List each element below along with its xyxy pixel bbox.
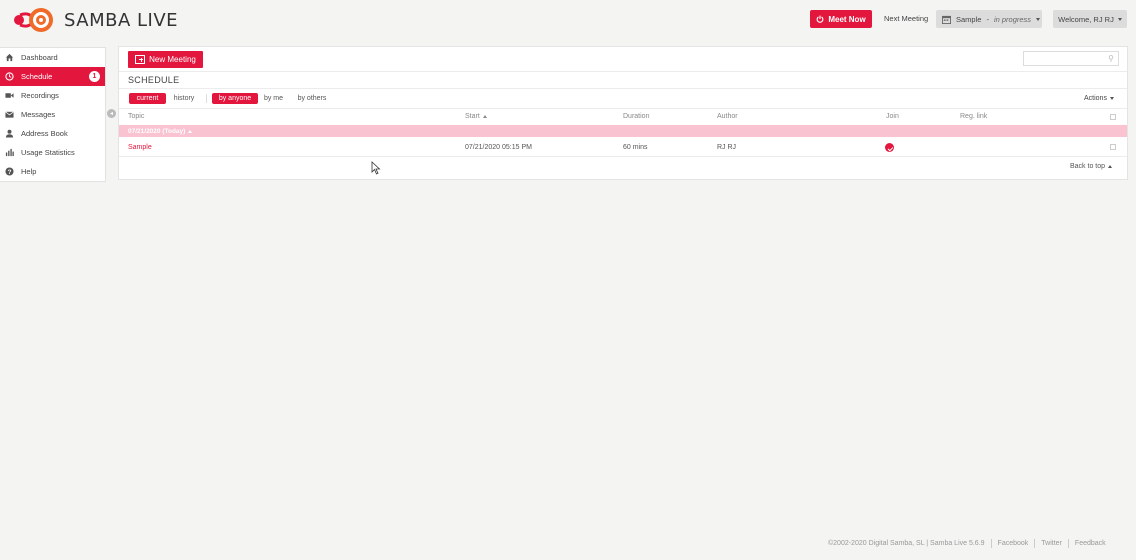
sidebar-item-dashboard[interactable]: Dashboard [0,48,105,67]
row-checkbox[interactable] [1110,144,1116,150]
filter-by-anyone[interactable]: by anyone [212,93,258,104]
sidebar-item-label: Help [21,167,37,176]
collapse-up-icon [188,129,193,133]
next-meeting-name: Sample [956,14,982,24]
chevron-down-icon [1109,97,1114,100]
back-to-top-label: Back to top [1070,163,1106,170]
column-label: Join [886,113,899,120]
page-title: SCHEDULE [128,75,180,85]
column-header-duration[interactable]: Duration [623,113,649,120]
divider [119,71,1127,72]
filter-by-others[interactable]: by others [294,93,330,104]
next-meeting-dropdown[interactable]: Sample - in progress [936,10,1042,28]
sidebar-item-label: Dashboard [21,53,58,62]
copyright-text: ©2002-2020 Digital Samba, SL | Samba Liv… [828,540,985,547]
sidebar: Dashboard Schedule 1 Recordings Messages… [0,47,106,182]
clock-icon [5,72,14,81]
filter-by-me[interactable]: by me [261,93,286,104]
meeting-author: RJ RJ [717,144,737,151]
samba-live-logo[interactable]: SAMBA LIVE [10,6,178,34]
column-label: Reg. link [960,113,988,120]
sidebar-item-usage-statistics[interactable]: Usage Statistics [0,143,105,162]
divider [119,108,1127,109]
power-icon [816,15,824,23]
user-menu[interactable]: Welcome, RJ RJ [1053,10,1127,28]
chevron-left-icon: ◂ [109,111,113,117]
sidebar-item-address-book[interactable]: Address Book [0,124,105,143]
column-header-author[interactable]: Author [717,113,738,120]
date-group-label: 07/21/2020 (Today) [128,127,186,135]
top-bar: SAMBA LIVE Meet Now Next Meeting Sample … [0,0,1136,40]
next-meeting-status: in progress [993,14,1032,24]
column-header-topic[interactable]: Topic [128,113,144,120]
arrow-up-icon [1108,165,1113,168]
notification-badge: 1 [89,71,100,82]
meeting-topic-link[interactable]: Sample [128,144,152,151]
envelope-icon [5,111,14,118]
back-to-top-link[interactable]: Back to top [1070,163,1113,170]
facebook-link[interactable]: Facebook [998,540,1029,547]
user-icon [5,129,14,138]
new-meeting-label: New Meeting [149,55,196,64]
column-header-join: Join [886,113,899,120]
column-header-reg-link: Reg. link [960,113,987,120]
sidebar-item-label: Messages [21,110,56,119]
join-meeting-icon[interactable] [885,143,894,152]
samba-logo-icon [14,8,53,32]
sidebar-item-label: Address Book [21,129,68,138]
sort-asc-icon [482,115,487,118]
filter-history[interactable]: history [169,93,199,104]
meet-now-label: Meet Now [828,14,866,24]
video-icon [5,93,14,98]
sidebar-item-recordings[interactable]: Recordings [0,86,105,105]
twitter-link[interactable]: Twitter [1041,540,1062,547]
divider [119,88,1127,89]
meeting-duration: 60 mins [623,144,648,151]
meeting-start: 07/21/2020 05:15 PM [465,144,532,151]
next-meeting-separator: - [986,14,989,24]
chevron-down-icon [1117,17,1122,21]
sidebar-item-help[interactable]: ? Help [0,162,105,181]
sidebar-item-messages[interactable]: Messages [0,105,105,124]
feedback-link[interactable]: Feedback [1075,540,1106,547]
meet-now-button[interactable]: Meet Now [810,10,872,28]
filter-current[interactable]: current [129,93,166,104]
column-label: Start [465,113,480,120]
sidebar-item-label: Recordings [21,91,59,100]
sidebar-item-schedule[interactable]: Schedule 1 [0,67,105,86]
select-all-checkbox[interactable] [1110,114,1116,120]
bar-chart-icon [5,148,14,157]
sidebar-item-label: Usage Statistics [21,148,75,157]
calendar-plus-icon [135,55,146,64]
divider [119,156,1127,157]
divider [990,539,992,548]
svg-text:?: ? [8,169,12,176]
next-meeting-label: Next Meeting [884,14,929,23]
search-icon: ⚲ [1108,54,1114,63]
calendar-icon [942,15,951,24]
column-label: Author [717,113,738,120]
divider [206,94,207,103]
search-input[interactable]: ⚲ [1023,51,1119,66]
new-meeting-button[interactable]: New Meeting [128,51,203,68]
date-group-row[interactable]: 07/21/2020 (Today) [119,125,1127,137]
mouse-cursor-icon [371,161,381,175]
collapse-sidebar-button[interactable]: ◂ [107,109,116,118]
brand-name: SAMBA LIVE [64,9,179,31]
schedule-panel: New Meeting ⚲ SCHEDULE current history b… [118,46,1128,180]
actions-label: Actions [1084,95,1107,102]
footer: ©2002-2020 Digital Samba, SL | Samba Liv… [828,539,1106,548]
divider [1034,539,1036,548]
home-icon [5,53,14,62]
column-header-start[interactable]: Start [465,113,487,120]
column-label: Topic [128,113,145,120]
column-label: Duration [623,113,650,120]
sidebar-item-label: Schedule [21,72,53,81]
welcome-label: Welcome, RJ RJ [1058,14,1114,24]
actions-dropdown[interactable]: Actions [1084,95,1114,102]
question-icon: ? [5,167,14,176]
divider [1067,539,1069,548]
chevron-down-icon [1036,17,1041,21]
